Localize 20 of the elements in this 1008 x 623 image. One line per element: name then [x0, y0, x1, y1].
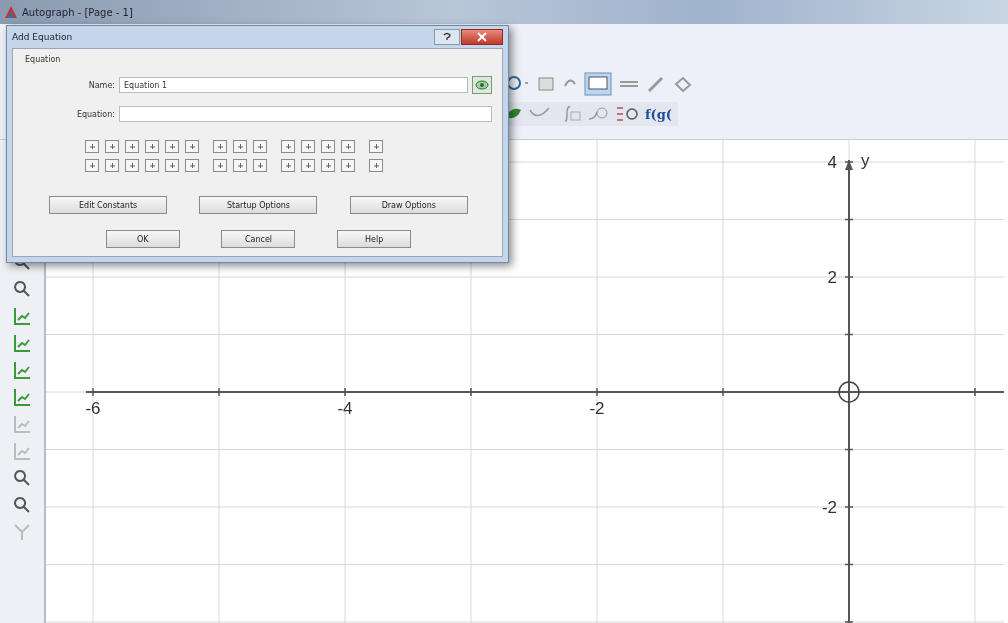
dialog-button[interactable]: Help	[337, 230, 412, 248]
y-tick-label: -2	[821, 498, 837, 517]
name-field[interactable]: Equation 1	[119, 77, 468, 93]
option-button[interactable]: Draw Options	[349, 196, 468, 214]
dialog-button[interactable]: OK	[105, 230, 180, 248]
field-label: Name:	[87, 80, 115, 90]
dialog-title: Add Equation	[12, 32, 73, 42]
option-button[interactable]: Startup Options	[199, 196, 318, 214]
dialog-button[interactable]: Cancel	[221, 230, 296, 248]
x-tick-label: -6	[85, 399, 101, 418]
axis-label: y	[861, 151, 870, 170]
x-tick-label: -4	[337, 399, 353, 418]
y-tick-label: 4	[827, 153, 837, 172]
group-label: Equation	[25, 55, 62, 64]
window-title: Autograph - [Page - 1]	[22, 6, 133, 18]
option-button[interactable]: Edit Constants	[49, 196, 168, 214]
x-tick-label: -2	[589, 399, 605, 418]
function-composition-tool[interactable]: f(g(	[645, 106, 672, 122]
y-tick-label: 2	[827, 268, 837, 287]
field-label: Equation:	[75, 109, 115, 119]
